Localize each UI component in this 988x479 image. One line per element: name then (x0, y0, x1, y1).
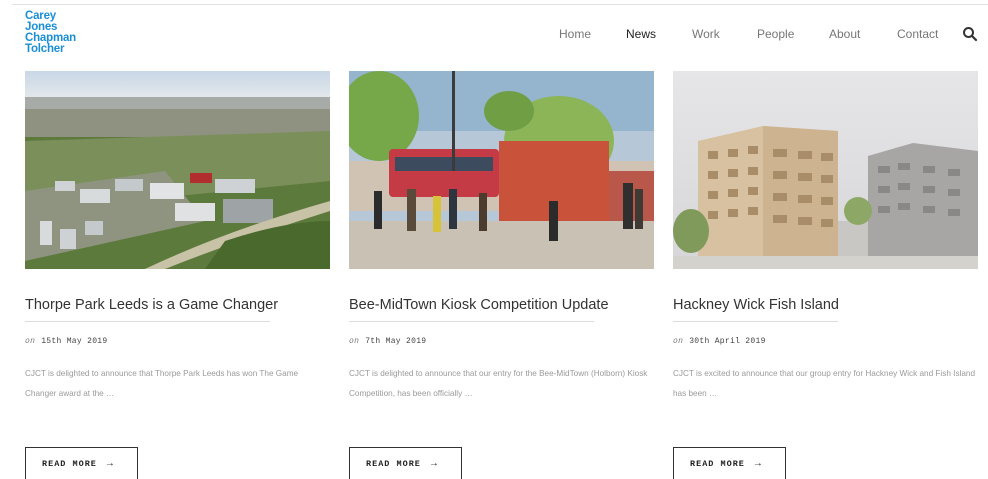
nav-contact[interactable]: Contact (897, 27, 938, 41)
building-render-image[interactable] (673, 71, 978, 269)
read-more-button[interactable]: READ MORE → (349, 447, 462, 479)
title-divider (673, 321, 838, 322)
news-card-thorpe-park: Thorpe Park Leeds is a Game Changer on 15… (25, 71, 330, 479)
news-card-bee-midtown: Bee-MidTown Kiosk Competition Update on 7… (349, 71, 654, 479)
arrow-right-icon: → (106, 458, 113, 470)
nav-people[interactable]: People (757, 27, 794, 41)
post-excerpt: CJCT is delighted to announce that our e… (349, 369, 648, 398)
news-card-hackney-wick: Hackney Wick Fish Island on 30th April 20… (673, 71, 978, 479)
post-date: on 7th May 2019 (349, 337, 427, 346)
top-divider (12, 4, 988, 5)
aerial-photo-image[interactable] (25, 71, 330, 269)
nav-news[interactable]: News (626, 27, 656, 41)
main-nav: Home News Work People About Contact (0, 27, 988, 43)
nav-home[interactable]: Home (559, 27, 591, 41)
logo-line-4: Tolcher (25, 43, 65, 55)
read-more-button[interactable]: READ MORE → (25, 447, 138, 479)
arrow-right-icon: → (430, 458, 437, 470)
kiosk-illustration-image[interactable] (349, 71, 654, 269)
post-title[interactable]: Thorpe Park Leeds is a Game Changer (25, 297, 330, 313)
nav-work[interactable]: Work (692, 27, 720, 41)
post-excerpt: CJCT is excited to announce that our gro… (673, 369, 976, 398)
post-title[interactable]: Hackney Wick Fish Island (673, 297, 978, 313)
post-date: on 30th April 2019 (673, 337, 766, 346)
title-divider (349, 321, 594, 322)
nav-about[interactable]: About (829, 27, 860, 41)
post-title[interactable]: Bee-MidTown Kiosk Competition Update (349, 297, 654, 313)
title-divider (25, 321, 270, 322)
read-more-button[interactable]: READ MORE → (673, 447, 786, 479)
post-excerpt: CJCT is delighted to announce that Thorp… (25, 369, 299, 398)
arrow-right-icon: → (754, 458, 761, 470)
post-date: on 15th May 2019 (25, 337, 108, 346)
search-icon[interactable] (962, 26, 978, 42)
